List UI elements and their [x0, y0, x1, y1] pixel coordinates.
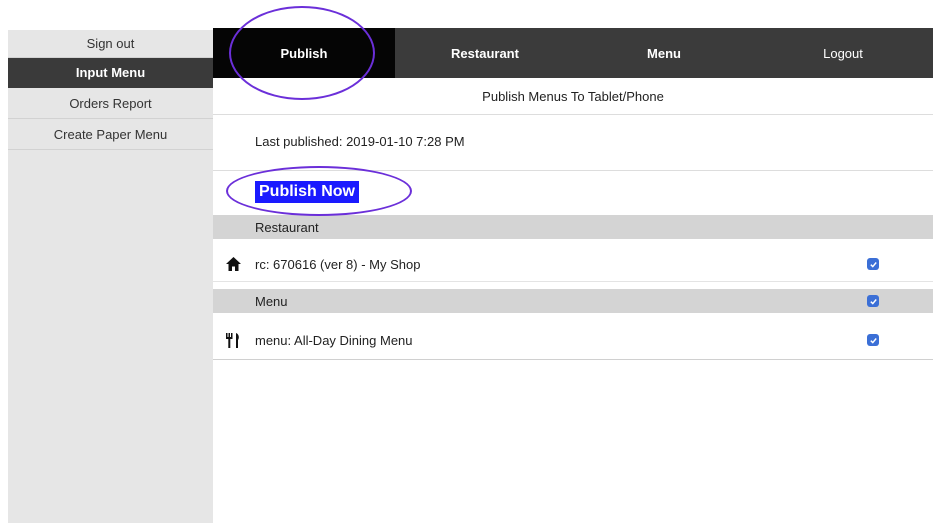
utensils-icon	[225, 332, 241, 348]
last-published-text: Last published: 2019-01-10 7:28 PM	[255, 134, 465, 149]
restaurant-section-label: Restaurant	[255, 219, 319, 235]
divider	[213, 170, 933, 171]
list-item-restaurant: rc: 670616 (ver 8) - My Shop	[213, 247, 933, 282]
sidebar-item-orders-report[interactable]: Orders Report	[8, 88, 213, 119]
top-nav: Publish Restaurant Menu Logout	[213, 28, 933, 78]
menu-section-header: Menu	[213, 289, 933, 313]
restaurant-item-label: rc: 670616 (ver 8) - My Shop	[255, 256, 421, 272]
sidebar: Sign out Input Menu Orders Report Create…	[8, 30, 213, 523]
tab-restaurant[interactable]: Restaurant	[395, 28, 575, 78]
sidebar-item-input-menu[interactable]: Input Menu	[8, 58, 213, 88]
tab-menu[interactable]: Menu	[575, 28, 753, 78]
menu-section-checkbox[interactable]	[867, 295, 879, 307]
list-item-menu: menu: All-Day Dining Menu	[213, 321, 933, 360]
tab-logout[interactable]: Logout	[753, 28, 933, 78]
home-icon	[225, 256, 241, 272]
tab-publish[interactable]: Publish	[213, 28, 395, 78]
menu-item-checkbox[interactable]	[867, 334, 879, 346]
restaurant-section-header: Restaurant	[213, 215, 933, 239]
menu-item-label: menu: All-Day Dining Menu	[255, 332, 413, 348]
restaurant-checkbox[interactable]	[867, 258, 879, 270]
publish-now-button[interactable]: Publish Now	[255, 181, 359, 203]
sidebar-item-create-paper-menu[interactable]: Create Paper Menu	[8, 119, 213, 150]
menu-section-label: Menu	[255, 293, 288, 309]
page-subtitle: Publish Menus To Tablet/Phone	[213, 78, 933, 115]
sidebar-item-sign-out[interactable]: Sign out	[8, 30, 213, 58]
